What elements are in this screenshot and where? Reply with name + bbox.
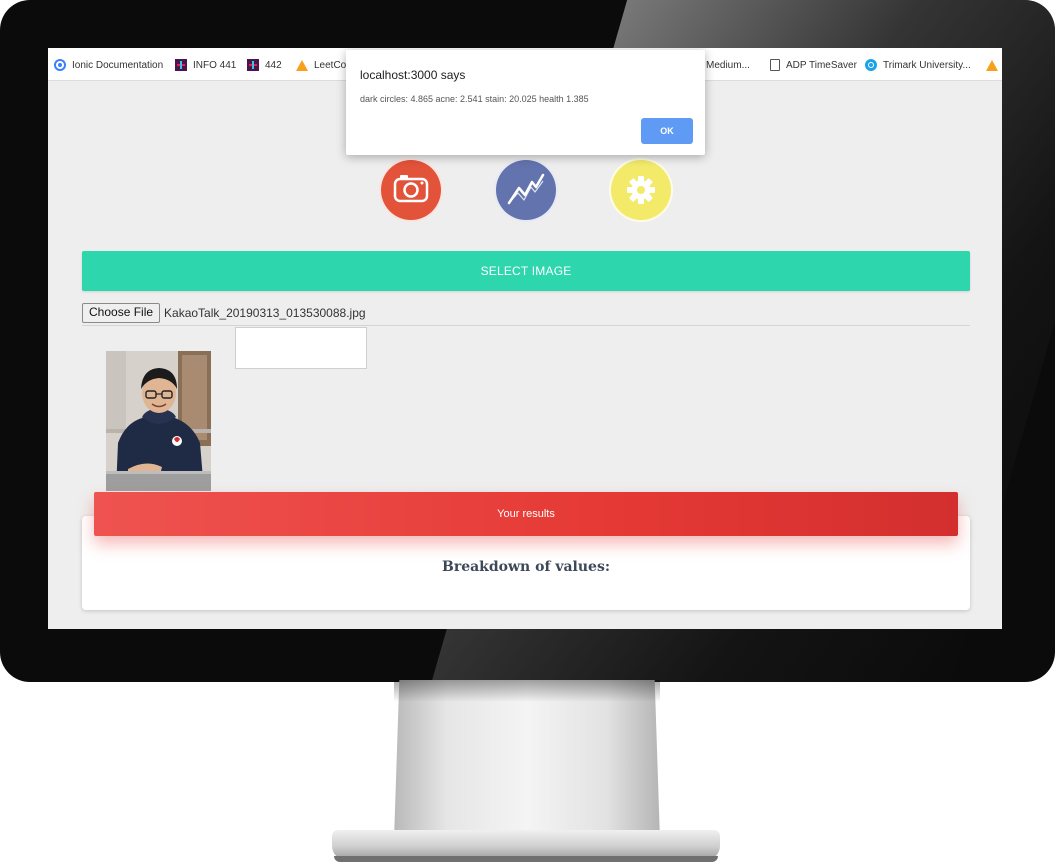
dialog-title: localhost:3000 says [360, 68, 466, 82]
ok-button[interactable]: OK [641, 118, 693, 144]
choose-file-button[interactable]: Choose File [82, 303, 161, 323]
bookmark-medium[interactable]: Medium... [706, 58, 750, 72]
bookmark-label: INFO 441 [193, 59, 237, 71]
leetcode-icon [986, 59, 998, 71]
bookmark-info-441[interactable]: INFO 441 [175, 58, 236, 72]
bookmark-label: Ionic Documentation [72, 59, 164, 71]
divider [82, 325, 970, 326]
monitor-mockup: Ionic Documentation INFO 441 442 LeetCoc… [0, 0, 1055, 867]
camera-icon [393, 175, 429, 203]
alert-dialog: localhost:3000 says dark circles: 4.865 … [346, 50, 705, 155]
leetcode-icon [296, 59, 308, 71]
bookmark-label: Trimark University... [883, 59, 971, 71]
ionic-icon [54, 59, 66, 71]
chart-button[interactable] [494, 158, 558, 222]
trimark-icon [865, 59, 877, 71]
selected-file-name: KakaoTalk_20190313_013530088.jpg [164, 306, 366, 320]
breakdown-heading: Breakdown of values: [441, 559, 610, 575]
bookmark-ionic-documentation[interactable]: Ionic Documentation [54, 58, 163, 72]
slack-icon [175, 59, 187, 71]
bookmark-overflow[interactable] [986, 58, 1002, 72]
stand-shadow [394, 680, 660, 702]
person-photo-image [106, 351, 211, 491]
uploaded-photo [106, 351, 211, 491]
gear-icon [627, 176, 655, 204]
camera-button[interactable] [379, 158, 443, 222]
bookmark-442[interactable]: 442 [247, 58, 282, 72]
monitor-stand-neck [394, 680, 660, 840]
bookmark-adp-timesaver[interactable]: ADP TimeSaver [770, 58, 857, 72]
bookmark-label: 442 [265, 59, 282, 71]
bookmark-leetcode[interactable]: LeetCoc [296, 58, 351, 72]
document-icon [770, 59, 780, 71]
browser-screen: Ionic Documentation INFO 441 442 LeetCoc… [48, 48, 1002, 629]
settings-button[interactable] [609, 158, 673, 222]
stand-base-edge [334, 856, 718, 862]
dialog-message: dark circles: 4.865 acne: 2.541 stain: 2… [360, 94, 589, 104]
bookmark-label: Medium... [706, 59, 750, 71]
bookmark-trimark-university[interactable]: Trimark University... [865, 58, 971, 72]
trend-chart-icon [507, 173, 545, 205]
file-input: Choose File KakaoTalk_20190313_013530088… [82, 303, 366, 323]
select-image-button[interactable]: SELECT IMAGE [82, 251, 970, 291]
results-header: Your results [94, 492, 958, 536]
bookmark-label: ADP TimeSaver [786, 59, 857, 71]
preview-box [235, 327, 367, 369]
slack-icon [247, 59, 259, 71]
